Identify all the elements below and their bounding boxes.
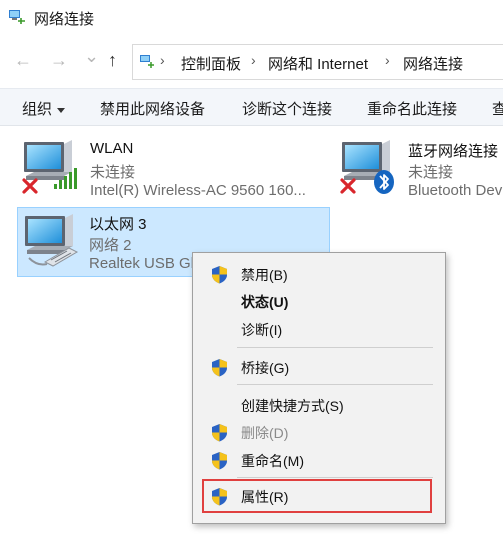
menu-item-delete: 删除(D) [193, 419, 445, 445]
uac-shield-icon [212, 452, 227, 470]
menu-item-label: 状态(U) [241, 294, 289, 310]
chevron-down-icon [57, 107, 66, 113]
address-bar[interactable]: › 控制面板 › 网络和 Internet › 网络连接 [132, 44, 503, 80]
organize-label: 组织 [22, 101, 53, 118]
back-arrow-icon[interactable]: ← [14, 50, 32, 70]
context-menu: 禁用(B) 状态(U) 诊断(I) 桥接(G) 创建快捷方式(S) 删除(D) … [192, 252, 446, 524]
bluetooth-adapter-icon [340, 140, 394, 194]
adapter-bluetooth[interactable]: 蓝牙网络连接 未连接 Bluetooth Dev [338, 138, 503, 202]
menu-item-label: 重命名(M) [241, 453, 304, 469]
breadcrumb-separator-icon[interactable]: › [385, 52, 390, 68]
wifi-adapter-icon [22, 140, 77, 194]
menu-item-bridge[interactable]: 桥接(G) [193, 354, 445, 380]
menu-separator [237, 347, 433, 348]
breadcrumb-separator-icon[interactable]: › [251, 52, 256, 68]
menu-item-label: 禁用(B) [241, 267, 288, 283]
command-bar: 组织 禁用此网络设备 诊断这个连接 重命名此连接 查 [0, 88, 503, 126]
recent-locations-chevron-icon[interactable]: ⌄ [84, 46, 99, 66]
adapter-status: 网络 2 [89, 237, 132, 254]
adapter-device: Intel(R) Wireless-AC 9560 160... [90, 182, 306, 199]
breadcrumb-separator-icon[interactable]: › [160, 52, 165, 68]
menu-item-diagnose[interactable]: 诊断(I) [193, 316, 445, 342]
forward-arrow-icon[interactable]: → [50, 50, 68, 70]
menu-item-label: 诊断(I) [241, 322, 283, 338]
adapter-name: 蓝牙网络连接 [408, 143, 499, 160]
adapter-status: 未连接 [90, 164, 136, 181]
menu-separator [237, 384, 433, 385]
menu-separator [237, 477, 433, 478]
menu-item-label: 桥接(G) [241, 360, 290, 376]
view-status-button[interactable]: 查 [492, 98, 503, 119]
organize-menu-button[interactable]: 组织 [22, 98, 66, 119]
menu-item-create-shortcut[interactable]: 创建快捷方式(S) [193, 392, 445, 418]
adapter-device: Realtek USB Gb [89, 255, 200, 272]
uac-shield-icon [212, 359, 227, 377]
window-title: 网络连接 [34, 11, 95, 28]
disable-device-button[interactable]: 禁用此网络设备 [100, 98, 205, 119]
network-connections-icon [9, 10, 25, 24]
title-bar: 网络连接 [0, 0, 503, 36]
up-arrow-icon[interactable]: ↑ [108, 50, 117, 70]
breadcrumb-control-panel[interactable]: 控制面板 [181, 53, 241, 74]
uac-shield-icon [212, 266, 227, 284]
breadcrumb-network-connections[interactable]: 网络连接 [403, 53, 463, 74]
menu-item-disable[interactable]: 禁用(B) [193, 261, 445, 287]
adapter-status: 未连接 [408, 164, 454, 181]
highlight-box [202, 479, 432, 513]
adapter-name: WLAN [90, 140, 134, 157]
breadcrumb-network-internet[interactable]: 网络和 Internet [268, 53, 368, 74]
adapter-wlan[interactable]: WLAN 未连接 Intel(R) Wireless-AC 9560 160..… [20, 138, 320, 202]
rename-connection-button[interactable]: 重命名此连接 [367, 98, 457, 119]
ethernet-adapter-icon [25, 214, 79, 267]
adapter-name: 以太网 3 [89, 216, 147, 233]
control-panel-location-icon [140, 55, 154, 68]
uac-shield-icon [212, 424, 227, 442]
address-row: ← → ⌄ ↑ › 控制面板 › 网络和 Internet › 网络连接 [0, 40, 503, 82]
menu-item-rename[interactable]: 重命名(M) [193, 447, 445, 473]
menu-item-label: 删除(D) [241, 425, 289, 441]
adapter-device: Bluetooth Dev [408, 182, 503, 199]
menu-item-status[interactable]: 状态(U) [193, 288, 445, 314]
menu-item-label: 创建快捷方式(S) [241, 398, 344, 414]
diagnose-connection-button[interactable]: 诊断这个连接 [242, 98, 332, 119]
